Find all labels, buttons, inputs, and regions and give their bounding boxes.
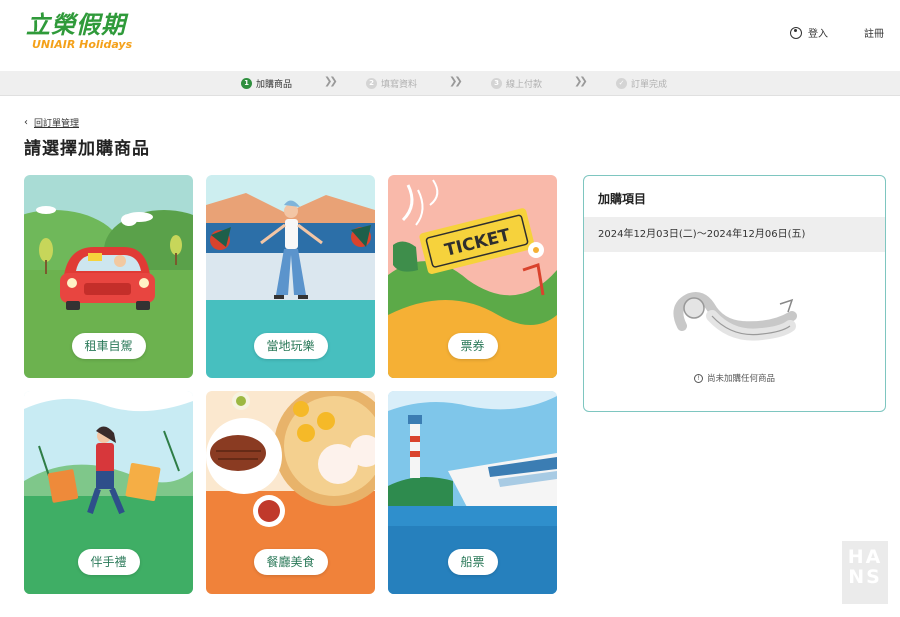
back-link-label: 回訂單管理 [34,119,80,129]
watermark-line-2: NS [848,566,882,588]
login-link[interactable]: 登入 [790,25,828,40]
logo-text-en: UNIAIR Holidays [32,38,133,51]
step-label: 加購商品 [256,80,293,90]
card-souvenirs[interactable]: 伴手禮 [24,391,193,594]
watermark-line-1: HA [847,546,883,568]
step-fill-info: 2 填寫資料 [366,77,417,90]
step-label: 訂單完成 [631,80,668,90]
watermark: HA NS [842,541,888,604]
info-icon: ! [693,373,703,383]
register-link[interactable]: 註冊 [864,25,884,40]
step-label: 線上付款 [506,80,543,90]
card-button[interactable]: 租車自駕 [71,333,146,359]
card-restaurants[interactable]: 餐廳美食 [206,391,375,594]
step-add-products: 1 加購商品 [241,77,292,90]
back-to-orders-link[interactable]: ‹ 回訂單管理 [24,116,79,129]
page-title: 請選擇加購商品 [24,139,150,159]
uniair-logo[interactable]: 立榮假期 UNIAIR Holidays [26,12,136,62]
chevron-right-icon: ❯❯ [574,76,588,87]
card-local-activities[interactable]: 當地玩樂 [206,175,375,378]
card-button[interactable]: 票券 [447,333,498,359]
step-number: 2 [366,78,377,89]
empty-message-text: 尚未加購任何商品 [706,374,775,384]
card-tickets[interactable]: TICKET 票券 [388,175,557,378]
card-button[interactable]: 伴手禮 [77,549,140,575]
user-icon [790,26,802,39]
login-label: 登入 [808,29,828,40]
panel-title: 加購項目 [598,192,647,206]
card-button[interactable]: 當地玩樂 [253,333,328,359]
logo-text-zh: 立榮假期 [26,11,126,39]
step-label: 填寫資料 [381,80,418,90]
step-number: 3 [491,78,502,89]
card-button[interactable]: 船票 [447,549,498,575]
chevron-left-icon: ‹ [24,117,28,128]
card-car-rental[interactable]: 租車自駕 [24,175,193,378]
header: 立榮假期 UNIAIR Holidays 登入 註冊 [0,0,900,71]
step-number: 1 [241,78,252,89]
step-check-icon: ✓ [616,78,627,89]
step-complete: ✓ 訂單完成 [616,77,667,90]
step-payment: 3 線上付款 [491,77,542,90]
chevron-right-icon: ❯❯ [449,76,463,87]
chevron-right-icon: ❯❯ [324,76,338,87]
empty-state-illustration [673,292,797,341]
add-on-panel: 加購項目 2024年12月03日(二)～2024年12月06日(五) ! 尚未加… [583,175,886,412]
card-ferry-tickets[interactable]: 船票 [388,391,557,594]
checkout-stepper: 1 加購商品 ❯❯ 2 填寫資料 ❯❯ 3 線上付款 ❯❯ ✓ 訂單完成 [0,71,900,96]
card-button[interactable]: 餐廳美食 [253,549,328,575]
empty-message: ! 尚未加購任何商品 [584,372,885,384]
trip-date-range: 2024年12月03日(二)～2024年12月06日(五) [584,217,885,252]
